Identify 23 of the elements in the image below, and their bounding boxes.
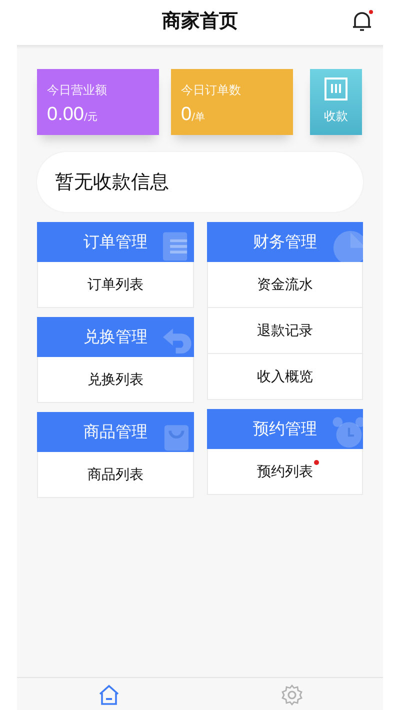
- notice-text: 暂无收款信息: [55, 170, 169, 195]
- stat-value: 0: [181, 104, 192, 126]
- bell-icon[interactable]: [350, 9, 374, 33]
- page-title: 商家首页: [162, 9, 238, 34]
- section-title: 商品管理: [83, 422, 148, 442]
- stat-value: 0.00: [47, 104, 84, 126]
- menu-item[interactable]: 商品列表: [37, 452, 194, 498]
- menu-item[interactable]: 预约列表: [206, 449, 363, 495]
- scanner-icon: [324, 77, 348, 101]
- stat-label: 今日订单数: [181, 82, 241, 99]
- menu-item[interactable]: 订单列表: [37, 262, 194, 308]
- menu-item[interactable]: 兑换列表: [37, 357, 194, 403]
- stat-label: 今日营业额: [47, 82, 107, 99]
- settings-tab[interactable]: [280, 683, 304, 707]
- menu-item[interactable]: 退款记录: [206, 308, 363, 354]
- section-title: 财务管理: [252, 232, 317, 252]
- stat-unit: /单: [192, 110, 205, 124]
- section-title: 预约管理: [252, 418, 317, 440]
- home-tab[interactable]: [96, 683, 120, 707]
- section-title: 订单管理: [83, 232, 148, 252]
- section-title: 兑换管理: [83, 326, 148, 348]
- stat-unit: /元: [84, 111, 98, 124]
- menu-item[interactable]: 收入概览: [206, 354, 363, 400]
